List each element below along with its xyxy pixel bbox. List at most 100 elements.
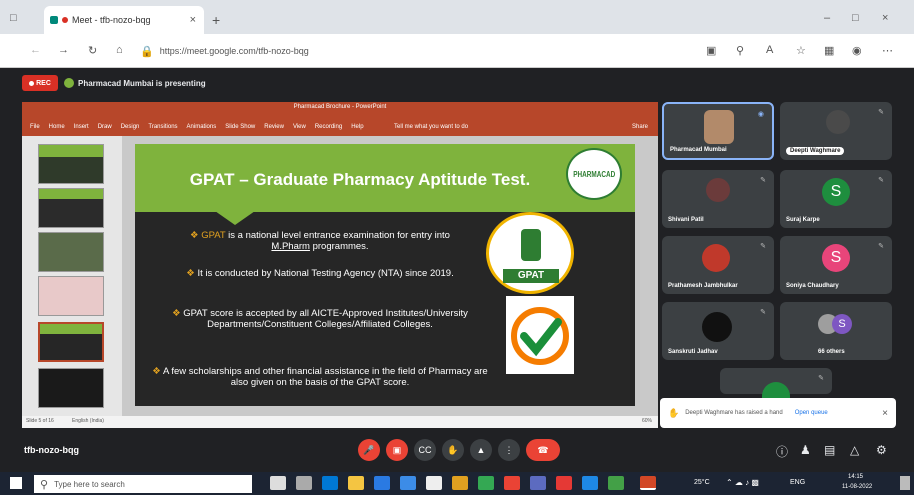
- browser-tab[interactable]: Meet - tfb-nozo-bqg ×: [44, 6, 204, 34]
- participant-tile[interactable]: Shivani Patil ✎: [662, 170, 774, 228]
- info-icon[interactable]: ⓘ: [776, 443, 788, 460]
- ppt-menu-item[interactable]: Recording: [315, 124, 342, 130]
- slide-thumbnail[interactable]: [38, 144, 104, 184]
- ppt-menu-item[interactable]: Transitions: [148, 124, 177, 130]
- more-options-button[interactable]: ⋮: [498, 439, 520, 461]
- host-controls-icon[interactable]: ⚙: [876, 443, 887, 457]
- end-call-button[interactable]: ☎: [526, 439, 560, 461]
- raised-hand-notification: ✋ Deepti Waghmare has raised a hand Open…: [660, 398, 896, 428]
- participant-tile[interactable]: Prathamesh Jambhulkar ✎: [662, 236, 774, 294]
- slide-thumbnail-selected[interactable]: [38, 322, 104, 362]
- app-icon[interactable]: [556, 476, 572, 490]
- powerpoint-icon[interactable]: [640, 476, 656, 490]
- participant-tile[interactable]: ✎: [720, 368, 832, 398]
- slide-thumbnail[interactable]: [38, 232, 104, 272]
- mic-muted-icon: ✎: [878, 243, 884, 250]
- participant-video: [704, 110, 734, 144]
- app-icon[interactable]: [504, 476, 520, 490]
- maximize-icon[interactable]: □: [852, 12, 859, 24]
- slide-thumbnail[interactable]: [38, 368, 104, 408]
- zoom-icon[interactable]: ⚲: [736, 44, 744, 57]
- present-button[interactable]: ▲: [470, 439, 492, 461]
- favorite-icon[interactable]: ☆: [796, 44, 806, 57]
- ppt-share-button[interactable]: Share: [632, 124, 648, 130]
- participant-tile-others[interactable]: S 66 others: [780, 302, 892, 360]
- edge-icon[interactable]: [322, 476, 338, 490]
- app-icon[interactable]: [582, 476, 598, 490]
- participant-avatar: [702, 244, 730, 272]
- new-tab-icon[interactable]: +: [212, 12, 220, 28]
- nta-logo: [506, 296, 574, 374]
- app-icon[interactable]: [530, 476, 546, 490]
- language-indicator[interactable]: ENG: [790, 479, 805, 486]
- participant-tile[interactable]: Sanskruti Jadhav ✎: [662, 302, 774, 360]
- ppt-menu-item[interactable]: Home: [49, 124, 65, 130]
- reload-icon[interactable]: ↻: [88, 44, 97, 57]
- clock-time[interactable]: 14:15: [848, 474, 863, 480]
- ppt-menu-item[interactable]: View: [293, 124, 306, 130]
- window-menu-icon[interactable]: □: [10, 12, 17, 24]
- speaking-icon: ◉: [757, 111, 764, 118]
- camera-icon[interactable]: ▣: [706, 44, 716, 57]
- app-icon[interactable]: [452, 476, 468, 490]
- raise-hand-button[interactable]: ✋: [442, 439, 464, 461]
- gpat-highlight: GPAT: [201, 230, 226, 241]
- back-icon[interactable]: ←: [30, 44, 41, 56]
- app-icon[interactable]: [426, 476, 442, 490]
- rec-dot-icon: [29, 80, 35, 86]
- collections-icon[interactable]: ▦: [824, 44, 834, 57]
- participant-avatar: [706, 178, 730, 202]
- ppt-menu-item[interactable]: Insert: [74, 124, 89, 130]
- close-window-icon[interactable]: ×: [882, 12, 888, 24]
- slide-bullet-2: ❖ It is conducted by National Testing Ag…: [186, 268, 454, 279]
- mic-off-button[interactable]: 🎤: [358, 439, 380, 461]
- profile-icon[interactable]: ◉: [852, 44, 862, 57]
- windows-start-icon[interactable]: [10, 477, 22, 489]
- participant-avatar: [762, 382, 790, 398]
- open-queue-link[interactable]: Open queue: [795, 410, 828, 416]
- ppt-menu-item[interactable]: Animations: [187, 124, 217, 130]
- captions-button[interactable]: CC: [414, 439, 436, 461]
- tray-icons[interactable]: ⌃ ☁ ♪ ▩: [726, 478, 759, 487]
- chrome-icon[interactable]: [478, 476, 494, 490]
- slide-bullet-4: ❖ A few scholarships and other financial…: [152, 366, 488, 388]
- seal-emblem-icon: [521, 229, 541, 261]
- url-field[interactable]: 🔒 https://meet.google.com/tfb-nozo-bqg: [140, 41, 680, 61]
- cortana-icon[interactable]: [270, 476, 286, 490]
- slide-thumbnail[interactable]: [38, 188, 104, 228]
- ppt-tell-me[interactable]: Tell me what you want to do: [394, 124, 468, 130]
- mail-icon[interactable]: [400, 476, 416, 490]
- excel-icon[interactable]: [608, 476, 624, 490]
- clock-date[interactable]: 11-08-2022: [842, 484, 872, 490]
- file-explorer-icon[interactable]: [348, 476, 364, 490]
- ppt-menu-item[interactable]: Slide Show: [225, 124, 255, 130]
- minimize-icon[interactable]: –: [824, 12, 830, 24]
- mic-muted-icon: ✎: [760, 177, 766, 184]
- forward-icon[interactable]: →: [58, 44, 69, 56]
- read-aloud-icon[interactable]: A: [766, 44, 773, 56]
- ppt-menu-item[interactable]: Help: [351, 124, 363, 130]
- taskbar-search[interactable]: ⚲ Type here to search: [34, 475, 252, 493]
- store-icon[interactable]: [374, 476, 390, 490]
- home-icon[interactable]: ⌂: [116, 44, 123, 56]
- activities-icon[interactable]: △: [850, 443, 859, 457]
- people-icon[interactable]: ♟: [800, 443, 811, 457]
- participant-tile[interactable]: Deepti Waghmare ✎: [780, 102, 892, 160]
- ppt-menu-item[interactable]: Design: [121, 124, 140, 130]
- ppt-menu-item[interactable]: Draw: [98, 124, 112, 130]
- more-icon[interactable]: ⋯: [882, 44, 893, 57]
- camera-off-button[interactable]: ▣: [386, 439, 408, 461]
- task-view-icon[interactable]: [296, 476, 312, 490]
- participant-tile[interactable]: S Suraj Karpe ✎: [780, 170, 892, 228]
- slide-title: GPAT – Graduate Pharmacy Aptitude Test.: [189, 170, 531, 189]
- close-icon[interactable]: ×: [882, 408, 888, 419]
- close-tab-icon[interactable]: ×: [190, 14, 196, 26]
- mic-muted-icon: ✎: [878, 109, 884, 116]
- chat-icon[interactable]: ▤: [824, 443, 835, 457]
- ppt-menu-item[interactable]: File: [30, 124, 40, 130]
- participant-tile[interactable]: S Soniya Chaudhary ✎: [780, 236, 892, 294]
- slide-thumbnail[interactable]: [38, 276, 104, 316]
- ppt-menu-item[interactable]: Review: [264, 124, 284, 130]
- participant-tile[interactable]: Pharmacad Mumbai ◉: [662, 102, 774, 160]
- notifications-icon[interactable]: [900, 476, 910, 490]
